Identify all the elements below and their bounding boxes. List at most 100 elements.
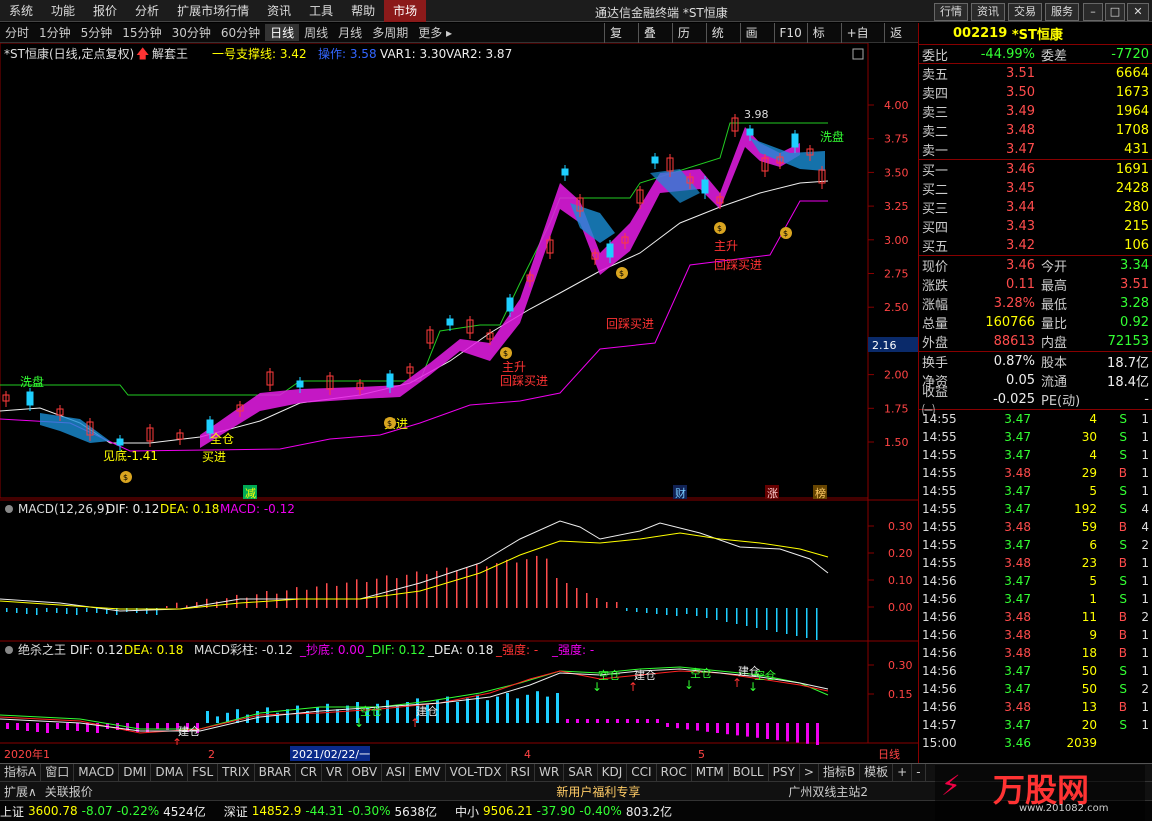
macd-collapse-icon[interactable] xyxy=(5,505,13,513)
menu-item-3[interactable]: 分析 xyxy=(126,0,168,22)
tool-button-0[interactable]: 复权 xyxy=(604,23,638,60)
tool-button-6[interactable]: 标记 xyxy=(806,23,841,60)
jsw-bar xyxy=(26,723,29,731)
indicator-tab-26[interactable]: + xyxy=(893,764,913,781)
tick-volume: 1 xyxy=(1089,592,1097,606)
chart-area[interactable]: *ST恒康(日线,定点复权) 🡅 解套王 一号支撑线: 3.42 操作: 3.5… xyxy=(0,42,918,763)
jsw-bar xyxy=(656,719,659,723)
asks-label: 卖一 xyxy=(922,144,949,159)
macd-bar xyxy=(556,578,558,608)
indicator-tab-27[interactable]: - xyxy=(912,764,926,781)
indicator-tab-7[interactable]: BRAR xyxy=(255,764,297,781)
menu-item-0[interactable]: 系统 xyxy=(0,0,42,22)
period-tab-1[interactable]: 1分钟 xyxy=(34,24,76,41)
promo-link[interactable]: 新用户福利专享 xyxy=(552,783,644,800)
indicator-tab-6[interactable]: TRIX xyxy=(218,764,255,781)
indicator-tab-16[interactable]: SAR xyxy=(564,764,598,781)
news-button[interactable]: 资讯 xyxy=(971,3,1005,21)
indicator-tab-20[interactable]: MTM xyxy=(692,764,729,781)
stats2-label: 换手 xyxy=(922,356,949,371)
indicator-tab-19[interactable]: ROC xyxy=(657,764,692,781)
maximize-icon[interactable]: □ xyxy=(1105,3,1125,21)
indicator-tab-25[interactable]: 模板 xyxy=(860,764,894,781)
indicator-tab-15[interactable]: WR xyxy=(535,764,565,781)
menu-item-8[interactable]: 市场 xyxy=(384,0,427,22)
menu-item-5[interactable]: 资讯 xyxy=(258,0,300,22)
candle-body xyxy=(386,373,394,388)
stock-name: *ST恒康 xyxy=(1011,28,1063,43)
indicator-tab-2[interactable]: MACD xyxy=(74,764,120,781)
menu-item-1[interactable]: 功能 xyxy=(42,0,84,22)
macd-bar xyxy=(166,606,168,608)
indicator-tab-11[interactable]: ASI xyxy=(382,764,411,781)
tick-row: 14:55 3.47 4 S 1 xyxy=(919,446,1152,464)
period-tab-4[interactable]: 30分钟 xyxy=(167,24,216,41)
menu-item-4[interactable]: 扩展市场行情 xyxy=(168,0,258,22)
tool-button-4[interactable]: 画线 xyxy=(739,23,774,60)
period-tab-7[interactable]: 周线 xyxy=(299,24,333,41)
tool-button-8[interactable]: 返回 xyxy=(884,23,918,60)
tick-volume: 11 xyxy=(1081,610,1097,624)
indicator-tab-22[interactable]: PSY xyxy=(769,764,800,781)
indicator-tab-21[interactable]: BOLL xyxy=(729,764,769,781)
tool-button-1[interactable]: 叠加 xyxy=(637,23,672,60)
panel-settings-icon[interactable] xyxy=(852,48,864,60)
close-icon[interactable]: ✕ xyxy=(1127,3,1149,21)
period-tab-2[interactable]: 5分钟 xyxy=(76,24,118,41)
macd-bar xyxy=(736,608,738,624)
period-tab-6[interactable]: 日线 xyxy=(265,24,300,41)
expand-button[interactable]: 扩展∧ xyxy=(0,783,41,800)
period-tab-9[interactable]: 多周期 xyxy=(367,24,413,41)
rise-marker-label: 涨 xyxy=(767,487,778,500)
indicator-tab-9[interactable]: VR xyxy=(322,764,348,781)
jsw-bar xyxy=(16,723,19,730)
related-quote-button[interactable]: 关联报价 xyxy=(41,783,97,800)
indicator-tab-23[interactable]: > xyxy=(800,764,819,781)
macd-bar xyxy=(76,608,78,615)
candle-body xyxy=(296,380,304,388)
tick-row: 14:56 3.47 50 S 1 xyxy=(919,662,1152,680)
quote-panel: 002219 *ST恒康 委比 -44.99% 委差 -7720 卖五 3.51 6… xyxy=(918,23,1152,763)
indicator-tab-12[interactable]: EMV xyxy=(410,764,446,781)
indicator-tab-0[interactable]: 指标A xyxy=(0,764,42,781)
indicator-tab-18[interactable]: CCI xyxy=(627,764,657,781)
tick-list[interactable]: 14:55 3.47 4 S 1 14:55 3.47 30 S 1 14:55 3.47 4 S 1 14:… xyxy=(919,410,1152,752)
indicator-tab-10[interactable]: OBV xyxy=(348,764,383,781)
jsw-collapse-icon[interactable] xyxy=(5,646,13,654)
kline-chart[interactable]: *ST恒康(日线,定点复权) 🡅 解套王 一号支撑线: 3.42 操作: 3.5… xyxy=(0,42,918,763)
period-tab-8[interactable]: 月线 xyxy=(333,24,367,41)
tool-button-3[interactable]: 统计 xyxy=(705,23,740,60)
macd-bar xyxy=(316,586,318,608)
period-tab-10[interactable]: 更多 ▸ xyxy=(413,24,457,41)
indicator-tab-17[interactable]: KDJ xyxy=(598,764,628,781)
tool-button-5[interactable]: F10 xyxy=(773,23,807,43)
period-tab-5[interactable]: 60分钟 xyxy=(216,24,265,41)
minimize-icon[interactable]: – xyxy=(1083,3,1103,21)
indicator-tab-4[interactable]: DMA xyxy=(151,764,189,781)
indicator-tab-3[interactable]: DMI xyxy=(119,764,152,781)
indicator-tab-5[interactable]: FSL xyxy=(188,764,219,781)
period-tab-0[interactable]: 分时 xyxy=(0,24,34,41)
tool-button-2[interactable]: 历史 xyxy=(671,23,706,60)
indicator-tab-24[interactable]: 指标B xyxy=(819,764,861,781)
candle-body xyxy=(606,243,614,258)
indicator-tab-8[interactable]: CR xyxy=(296,764,322,781)
menu-item-2[interactable]: 报价 xyxy=(84,0,126,22)
quote-button[interactable]: 行情 xyxy=(934,3,968,21)
stats2-label2: 股本 xyxy=(1041,356,1068,371)
indicator-tab-13[interactable]: VOL-TDX xyxy=(446,764,507,781)
menu-item-7[interactable]: 帮助 xyxy=(342,0,384,22)
period-tab-3[interactable]: 15分钟 xyxy=(117,24,166,41)
macd-bar xyxy=(16,608,18,613)
menu-item-6[interactable]: 工具 xyxy=(300,0,342,22)
tool-button-7[interactable]: +自选 xyxy=(840,23,884,60)
tick-count: 4 xyxy=(1141,520,1149,534)
macd-bar xyxy=(86,608,88,612)
indicator-tab-14[interactable]: RSI xyxy=(507,764,536,781)
service-button[interactable]: 服务 xyxy=(1045,3,1079,21)
ask-book: 卖五 3.51 6664 卖四 3.50 1673 卖三 3.49 1964 卖二 3.48 1708… xyxy=(919,64,1152,160)
indicator-tab-1[interactable]: 窗口 xyxy=(41,764,75,781)
trade-button[interactable]: 交易 xyxy=(1008,3,1042,21)
tick-count: 2 xyxy=(1141,682,1149,696)
tick-side: S xyxy=(1119,664,1127,678)
